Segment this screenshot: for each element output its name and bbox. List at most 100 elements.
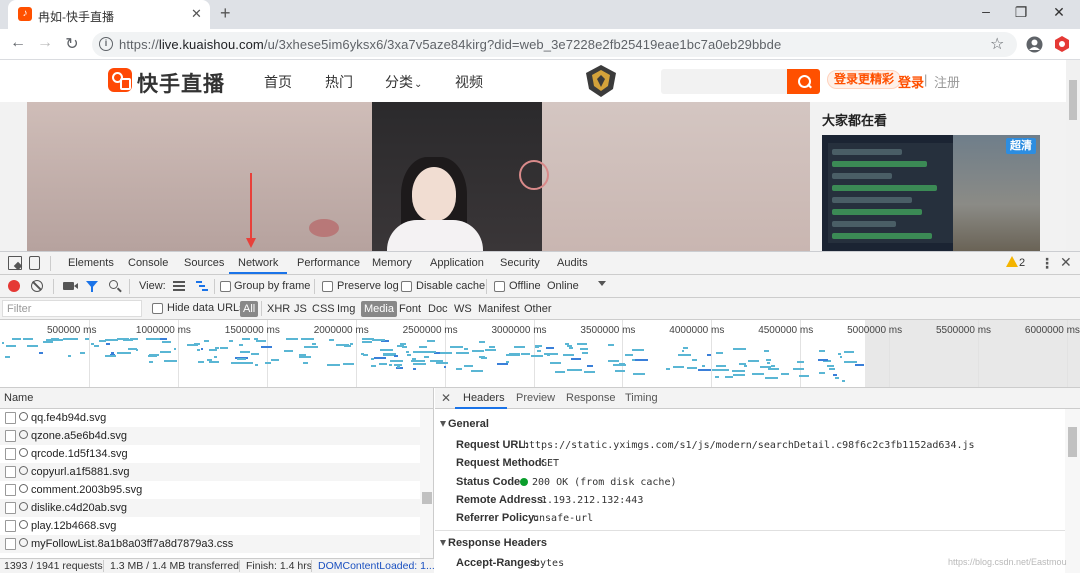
kuaishou-logo-icon[interactable] <box>108 68 132 92</box>
waterfall-bar <box>390 359 404 362</box>
dropdown-arrow-icon[interactable] <box>598 281 606 286</box>
device-toolbar-icon[interactable] <box>29 256 40 270</box>
tab-console[interactable]: Console <box>128 257 168 269</box>
filter-type-media[interactable]: Media <box>361 301 397 317</box>
detail-scrollbar[interactable] <box>1065 409 1080 573</box>
throttling-select[interactable]: Online <box>547 280 579 292</box>
file-icon <box>5 430 16 442</box>
new-tab-button[interactable]: + <box>220 3 231 24</box>
waterfall-bar <box>577 343 587 346</box>
tab-elements[interactable]: Elements <box>68 257 114 269</box>
search-icon[interactable] <box>787 69 820 94</box>
page-scrollbar-thumb[interactable] <box>1069 80 1077 120</box>
filter-type-ws[interactable]: WS <box>451 301 475 317</box>
search-icon[interactable] <box>109 280 118 289</box>
annotation-arrow-head <box>246 238 256 248</box>
tab-performance[interactable]: Performance <box>297 257 360 269</box>
filter-type-all[interactable]: All <box>240 301 259 317</box>
scrollbar-thumb[interactable] <box>1068 427 1077 457</box>
general-section-toggle[interactable]: General <box>435 418 1065 432</box>
address-bar[interactable]: i https://live.kuaishou.com/u/3xhese5im6… <box>92 32 1017 57</box>
large-rows-icon[interactable] <box>173 281 185 291</box>
network-overview-timeline[interactable]: 500000 ms 1000000 ms 1500000 ms 2000000 ms 2… <box>0 320 1080 388</box>
site-search-input[interactable] <box>661 69 787 94</box>
tab-preview[interactable]: Preview <box>516 392 555 404</box>
minimize-icon[interactable]: – <box>976 3 996 19</box>
table-row[interactable]: comment.2003b95.svg <box>0 481 420 499</box>
table-row[interactable]: copyurl.a1f5881.svg <box>0 463 420 481</box>
nav-hot[interactable]: 热门 <box>325 72 353 92</box>
forward-button[interactable]: → <box>36 34 54 52</box>
inspect-element-icon[interactable] <box>8 256 22 270</box>
warning-icon[interactable] <box>1006 256 1018 267</box>
gear-icon <box>19 466 28 475</box>
window-close-icon[interactable]: ✕ <box>1049 4 1069 21</box>
extension-icon[interactable] <box>1054 36 1070 52</box>
overview-waterfall-icon[interactable] <box>196 281 208 291</box>
login-promo-badge[interactable]: 登录更精彩 <box>827 70 902 89</box>
response-headers-section-toggle[interactable]: Response Headers <box>435 537 1065 551</box>
login-link[interactable]: 登录 <box>898 72 924 91</box>
tab-sources[interactable]: Sources <box>184 257 224 269</box>
warning-count[interactable]: 2 <box>1019 257 1025 269</box>
tab-headers[interactable]: Headers <box>463 392 505 404</box>
table-row[interactable]: qrcode.1d5f134.svg <box>0 445 420 463</box>
page-scrollbar[interactable] <box>1066 60 1080 251</box>
table-row[interactable]: qq.fe4b94d.svg <box>0 409 420 427</box>
site-info-icon[interactable]: i <box>99 37 113 51</box>
filter-type-js[interactable]: JS <box>291 301 310 317</box>
annotation-arrow-shaft <box>250 173 252 243</box>
filter-icon[interactable] <box>86 281 98 292</box>
table-row[interactable]: dislike.c4d20ab.svg <box>0 499 420 517</box>
clear-icon[interactable] <box>31 280 43 292</box>
tab-network[interactable]: Network <box>238 257 278 269</box>
back-button[interactable]: ← <box>9 34 27 52</box>
account-icon[interactable] <box>1026 36 1043 53</box>
maximize-icon[interactable]: ❐ <box>1011 4 1031 21</box>
gear-icon <box>19 520 28 529</box>
capture-screenshots-icon[interactable] <box>63 282 78 290</box>
filter-type-manifest[interactable]: Manifest <box>475 301 523 317</box>
table-row[interactable]: play.12b4668.svg <box>0 517 420 535</box>
tab-audits[interactable]: Audits <box>557 257 588 269</box>
tab-memory[interactable]: Memory <box>372 257 412 269</box>
nav-video[interactable]: 视频 <box>455 72 483 92</box>
name-column-header[interactable]: Name <box>0 388 433 409</box>
waterfall-bar <box>148 354 160 357</box>
filter-input[interactable] <box>2 300 142 317</box>
more-options-icon[interactable]: ⋮ <box>1040 255 1054 272</box>
bookmark-star-icon[interactable]: ☆ <box>990 34 1004 54</box>
filter-type-xhr[interactable]: XHR <box>264 301 293 317</box>
filter-type-img[interactable]: Img <box>334 301 358 317</box>
filter-type-other[interactable]: Other <box>521 301 555 317</box>
scrollbar-thumb[interactable] <box>422 492 432 504</box>
reload-button[interactable]: ↻ <box>63 34 81 54</box>
browser-tab[interactable]: ♪ 冉如-快手直播 ✕ <box>8 0 210 29</box>
record-icon[interactable] <box>8 280 20 292</box>
tab-response[interactable]: Response <box>566 392 616 404</box>
devtools-close-icon[interactable]: ✕ <box>1060 254 1072 271</box>
offline-checkbox[interactable] <box>494 281 505 292</box>
register-link[interactable]: 注册 <box>934 72 960 91</box>
tab-close-icon[interactable]: ✕ <box>191 6 202 22</box>
disable-cache-checkbox[interactable] <box>401 281 412 292</box>
trending-thumbnail[interactable]: 超清 <box>822 135 1040 251</box>
site-logo-text[interactable]: 快手直播 <box>137 68 225 98</box>
group-by-frame-checkbox[interactable] <box>220 281 231 292</box>
filter-type-doc[interactable]: Doc <box>425 301 451 317</box>
request-list-scrollbar[interactable] <box>420 409 433 558</box>
waterfall-bar <box>797 361 805 364</box>
nav-home[interactable]: 首页 <box>264 72 292 92</box>
url-text[interactable]: https://live.kuaishou.com/u/3xhese5im6yk… <box>119 37 781 52</box>
hide-data-urls-checkbox[interactable] <box>152 303 163 314</box>
live-video-player[interactable] <box>27 102 810 251</box>
table-row[interactable]: qzone.a5e6b4d.svg <box>0 427 420 445</box>
table-row[interactable]: myFollowList.8a1b8a03ff7a8d7879a3.css <box>0 535 420 553</box>
tab-security[interactable]: Security <box>500 257 540 269</box>
nav-category[interactable]: 分类⌄ <box>385 72 422 92</box>
tab-application[interactable]: Application <box>430 257 484 269</box>
preserve-log-checkbox[interactable] <box>322 281 333 292</box>
detail-close-icon[interactable]: ✕ <box>441 391 451 405</box>
filter-type-font[interactable]: Font <box>396 301 424 317</box>
tab-timing[interactable]: Timing <box>625 392 658 404</box>
